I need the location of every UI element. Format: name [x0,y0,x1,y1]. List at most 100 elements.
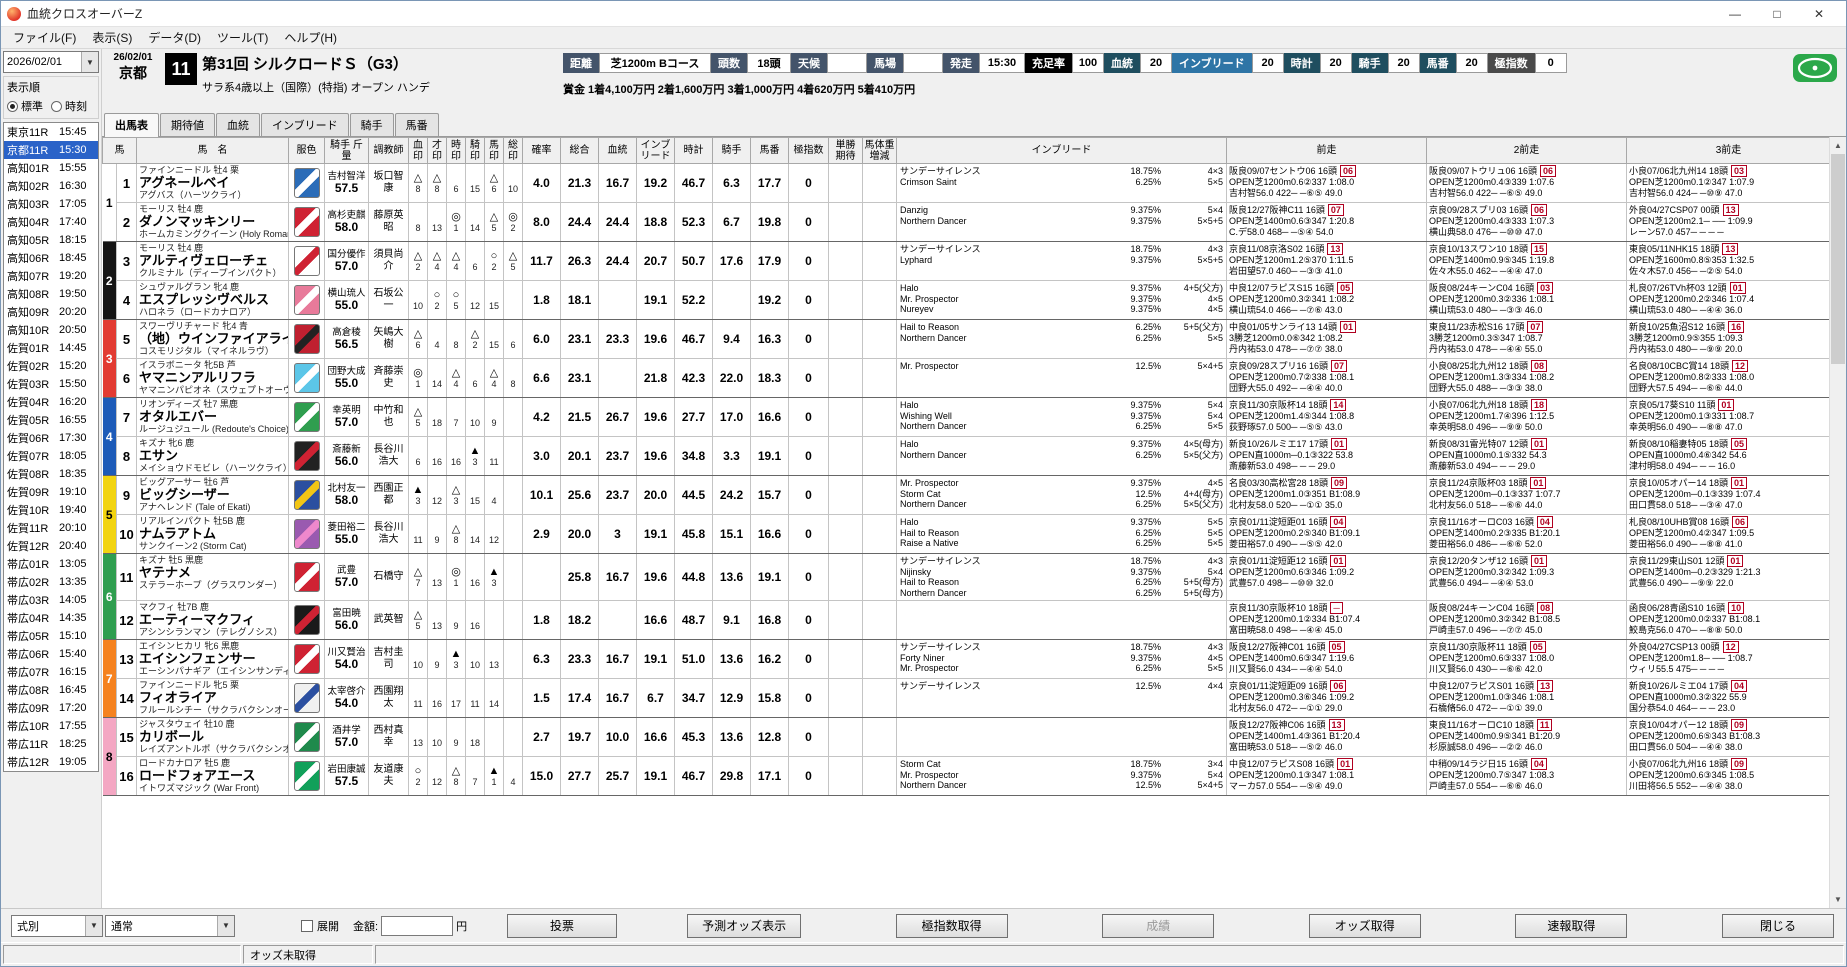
scroll-up-icon[interactable]: ▲ [1830,137,1846,154]
tab-inbreed[interactable]: インブリード [261,113,349,136]
horse-number: 13 [116,639,137,679]
table-row[interactable]: 6 11 キズナ 牡5 黒鹿 ヤテナメ ステラーホープ（グラスワンダー） 武豊 57.0 石橋… [102,553,1831,640]
table-row[interactable]: 8 キズナ 牝6 鹿エサン メイショウドモビレ（ハーツクライ） 斎藤新 56.0 長谷川浩… [103,436,1831,476]
race-list-item[interactable]: 佐賀04R 16:20 [4,393,98,411]
race-list-item[interactable]: 佐賀12R 20:40 [4,537,98,555]
race-list-item[interactable]: 帯広11R 18:25 [4,735,98,753]
table-row[interactable]: 35スワーヴリチャード 牝4 青（地）ウインファイアライトコスモリジタル（マイネ… [102,319,1831,398]
race-list-item[interactable]: 高知07R 19:20 [4,267,98,285]
race-list-item[interactable]: 東京11R 15:45 [4,123,98,141]
value-cell: 52.2 [674,280,713,320]
table-row[interactable]: 14 ファインニードル 牝5 栗フィオライア フルールシチー（サクラバクシンオー）太… [103,678,1831,718]
race-list-item[interactable]: 帯広05R 15:10 [4,627,98,645]
tab-umaban[interactable]: 馬番 [394,113,439,136]
race-list-item[interactable]: 高知03R 17:05 [4,195,98,213]
table-row[interactable]: 4 シュヴァルグラン 牝4 鹿エスプレッシヴベルス ハロネラ（ロードカナロア） 横山琉… [103,280,1831,320]
race-list-item[interactable]: 帯広08R 16:45 [4,681,98,699]
maximize-button[interactable]: □ [1756,1,1798,27]
race-list-item[interactable]: 帯広06R 15:40 [4,645,98,663]
mode-select[interactable]: 通常 ▼ [105,914,235,937]
race-list-item[interactable]: 佐賀06R 17:30 [4,429,98,447]
race-list-item[interactable]: 高知10R 20:50 [4,321,98,339]
scrollbar-thumb[interactable] [1831,154,1845,364]
table-row[interactable]: 12 マクフィ 牡7B 鹿エーティーマクフィ アシンシランマン（テレグノシス） 富田暁… [103,600,1831,640]
date-select[interactable]: 2026/02/01 ▼ [3,51,99,73]
race-list-item[interactable]: 高知06R 18:45 [4,249,98,267]
minimize-button[interactable]: — [1714,1,1756,27]
race-list-item[interactable]: 高知05R 18:15 [4,231,98,249]
sokuho-get-button[interactable]: 速報取得 [1515,913,1628,938]
race-title: 第31回 シルクロードＳ（G3） [202,56,408,73]
menu-file[interactable]: ファイル(F) [5,29,84,46]
race-list-item[interactable]: 帯広01R 13:05 [4,555,98,573]
race-list-item[interactable]: 帯広12R 19:05 [4,753,98,771]
table-row[interactable]: 2 モーリス 牡4 鹿ダノンマッキンリー ホームカミングクイーン (Holy Rom… [103,202,1831,242]
predict-odds-button[interactable]: 予測オッズ表示 [687,913,802,938]
prev-race-2-cell: 中稍09/14ラジ日15 16頭 04 OPEN芝1200m0.7⑤347 1:08… [1426,756,1627,796]
race-list-item[interactable]: 帯広09R 17:20 [4,699,98,717]
tab-ketto[interactable]: 血統 [216,113,260,136]
tab-kitaichi[interactable]: 期待値 [160,113,215,136]
race-list-item[interactable]: 高知02R 16:30 [4,177,98,195]
race-list-item[interactable]: 帯広02R 13:35 [4,573,98,591]
race-name: 帯広02R [7,577,50,589]
finish-position-badge: 13 [1328,719,1345,731]
scroll-down-icon[interactable]: ▼ [1830,891,1846,908]
table-row[interactable]: 10 リアルインパクト 牡5B 鹿ナムラアトム サンクイーン2 (Storm Cat… [103,514,1831,554]
race-list-item[interactable]: 高知04R 17:40 [4,213,98,231]
race-list-item[interactable]: 京都11R 15:30 [4,141,98,159]
value-cell: 29.8 [712,756,751,796]
horse-name-cell: スワーヴリチャード 牝4 青（地）ウインファイアライトコスモリジタル（マイネルラ… [136,319,289,359]
race-list-item[interactable]: 佐賀07R 18:05 [4,447,98,465]
race-list-item[interactable]: 佐賀01R 14:45 [4,339,98,357]
table-row[interactable]: 815ジャスタウェイ 牡10 鹿カリボールレイズアントルポ（サクラバクシンオー）… [102,717,1831,796]
table-row[interactable]: 7 13 エイシンヒカリ 牝6 黒鹿 エイシンフェンサー エーシンパナギア（エイシンサン… [102,639,1831,718]
silks-cell [288,639,325,679]
menu-view[interactable]: 表示(S) [84,29,140,46]
table-row[interactable]: 6 イスラボニータ 牝5B 芦ヤマニンアルリフラ ヤマニンパピオネ（スウェプトオーヴ… [103,358,1831,398]
expand-checkbox[interactable] [301,919,313,932]
bet-type-select[interactable]: 式別 ▼ [11,914,103,937]
table-row[interactable]: 4 7 リオンディーズ 牡7 黒鹿 オタルエバー ルージュジュール (Redoute's… [102,397,1831,476]
value-cell: 16.6 [636,717,675,757]
mark-cell: 14 [427,358,447,398]
race-list-item[interactable]: 佐賀05R 16:55 [4,411,98,429]
vote-button[interactable]: 投票 [507,913,618,938]
tab-kishu[interactable]: 騎手 [349,113,394,136]
race-list-item[interactable]: 帯広03R 14:05 [4,591,98,609]
silks-cell [288,600,325,640]
table-row[interactable]: 16 ロードカナロア 牡5 鹿ロードフォアエース イトワズマジック (War Fro… [103,756,1831,796]
race-list-item[interactable]: 高知09R 20:20 [4,303,98,321]
table-row[interactable]: 1 1 ファインニードル 牡4 栗アグネールベイ アグバス（ハーツクライ） 吉村智洋 57… [102,163,1831,242]
race-list-item[interactable]: 佐賀03R 15:50 [4,375,98,393]
menu-data[interactable]: データ(D) [140,29,209,46]
inbreed-percent: 6.25% [1135,176,1161,187]
order-radio[interactable]: 標準 [7,98,43,114]
race-list-item[interactable]: 佐賀02R 15:20 [4,357,98,375]
odds-get-button[interactable]: オッズ取得 [1308,913,1421,938]
race-list-item[interactable]: 佐賀11R 20:10 [4,519,98,537]
race-list-item[interactable]: 帯広04R 14:35 [4,609,98,627]
order-radio[interactable]: 時刻 [51,98,87,114]
race-list-item[interactable]: 帯広07R 16:15 [4,663,98,681]
menu-help[interactable]: ヘルプ(H) [276,29,345,46]
race-list-item[interactable]: 帯広10R 17:55 [4,717,98,735]
finish-position-badge: 01 [1531,438,1548,450]
amount-input[interactable] [381,915,454,936]
race-list-item[interactable]: 佐賀08R 18:35 [4,465,98,483]
tab-syutsuba[interactable]: 出馬表 [104,113,159,137]
silks-cell [288,241,325,281]
close-button[interactable]: 閉じる [1721,913,1834,938]
kyokushisu-get-button[interactable]: 極指数取得 [895,913,1008,938]
table-row[interactable]: 2 3 モーリス 牡4 鹿アルティヴェローチェ クルミナル（ディープインパクト） 国分優… [102,241,1831,320]
menu-tools[interactable]: ツール(T) [209,29,276,46]
race-list-item[interactable]: 高知01R 15:55 [4,159,98,177]
race-list-item[interactable]: 佐賀09R 19:10 [4,483,98,501]
race-list-item[interactable]: 佐賀10R 19:40 [4,501,98,519]
race-list-item[interactable]: 高知08R 19:50 [4,285,98,303]
table-row[interactable]: 5 9 ビッグアーサー 牡6 芦ビッグシーザー アナヘレンド (Tale of Eka… [102,475,1831,554]
vertical-scrollbar[interactable]: ▲ ▼ [1829,137,1846,908]
close-button[interactable]: ✕ [1798,1,1840,27]
mark-cell: ◎ 2 [503,202,523,242]
trainer-name: 矢嶋大樹 [368,319,409,359]
